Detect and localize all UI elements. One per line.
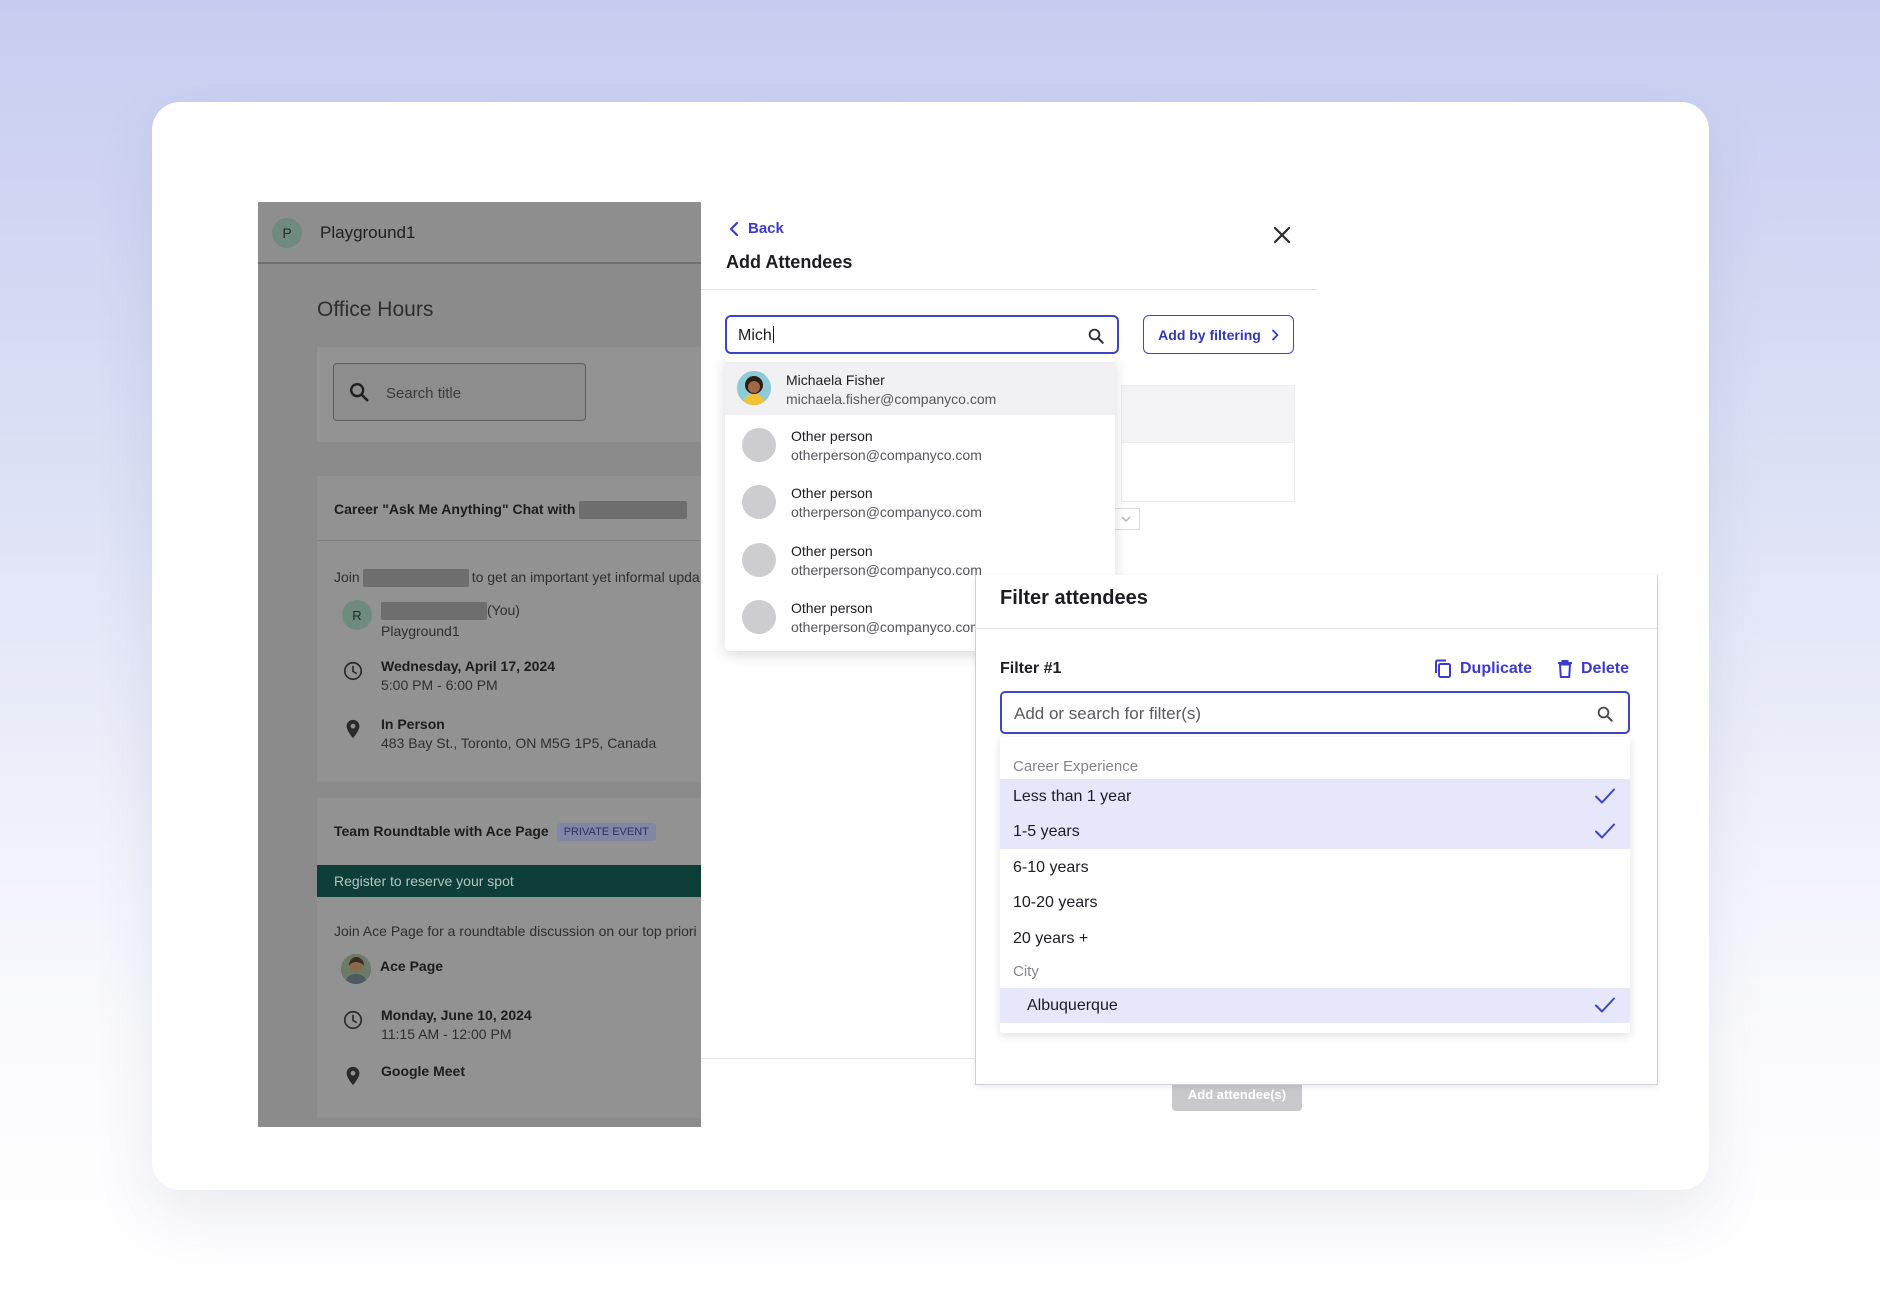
suggestion-email: otherperson@companyco.com — [791, 619, 982, 635]
avatar — [742, 485, 776, 519]
duplicate-button[interactable]: Duplicate — [1434, 659, 1532, 679]
redacted-name — [579, 501, 688, 520]
workspace-name[interactable]: Playground1 — [320, 223, 415, 243]
register-banner[interactable]: Register to reserve your spot — [317, 865, 701, 897]
chevron-left-icon — [728, 221, 740, 237]
search-placeholder: Search title — [386, 385, 462, 402]
event-description: Join to get an important yet informal upd… — [334, 569, 700, 588]
host-avatar: R — [342, 600, 372, 630]
filter-search-placeholder: Add or search for filter(s) — [1014, 704, 1202, 723]
option-label: 1-5 years — [1013, 823, 1080, 840]
suggestion-name: Other person — [791, 485, 873, 501]
checkmark-icon — [1594, 787, 1616, 805]
event-title[interactable]: Career "Ask Me Anything" Chat with — [334, 501, 688, 520]
checkmark-icon — [1594, 996, 1616, 1014]
filter-attendees-panel: Filter attendees Filter #1 Duplicate Del… — [975, 575, 1658, 1085]
avatar — [742, 600, 776, 634]
filter-option[interactable]: 1-5 years — [1000, 814, 1630, 849]
filter-option[interactable]: 20 years + — [1000, 921, 1630, 956]
attendee-search-input[interactable]: Mich — [725, 315, 1119, 354]
filter-option[interactable]: 10-20 years — [1000, 885, 1630, 920]
suggestion-item[interactable]: Other person otherperson@companyco.com — [725, 475, 1115, 528]
close-icon[interactable] — [1269, 222, 1295, 248]
event-card[interactable]: Team Roundtable with Ace Page PRIVATE EVE… — [317, 798, 701, 1118]
avatar — [742, 428, 776, 462]
filter-option[interactable]: 6-10 years — [1000, 850, 1630, 885]
option-label: 10-20 years — [1013, 894, 1098, 911]
filter-options-dropdown: Career Experience Less than 1 year 1-5 y… — [1000, 737, 1630, 1033]
location-type: Google Meet — [381, 1063, 466, 1079]
filter-option[interactable]: Less than 1 year — [1000, 779, 1630, 814]
location-pin-icon — [342, 718, 364, 740]
delete-label: Delete — [1581, 660, 1630, 677]
search-icon — [1596, 705, 1614, 723]
suggestion-email: otherperson@companyco.com — [791, 447, 982, 463]
chevron-right-icon — [1271, 329, 1279, 341]
suggestion-item[interactable]: Other person otherperson@companyco.com — [725, 418, 1115, 471]
duplicate-label: Duplicate — [1460, 660, 1533, 677]
suggestion-email: michaela.fisher@companyco.com — [786, 391, 997, 407]
event-date: Monday, June 10, 2024 — [381, 1007, 532, 1023]
location-type: In Person — [381, 716, 445, 732]
search-icon — [348, 381, 370, 403]
clock-icon — [342, 660, 364, 682]
option-group-label: Career Experience — [1013, 758, 1139, 775]
add-by-filtering-label: Add by filtering — [1158, 326, 1261, 343]
event-date: Wednesday, April 17, 2024 — [381, 658, 556, 674]
filter-option[interactable]: Albuquerque — [1000, 988, 1630, 1023]
option-label: 6-10 years — [1013, 859, 1089, 876]
suggestion-name: Other person — [791, 428, 873, 444]
divider — [701, 289, 1317, 290]
clock-icon — [342, 1009, 364, 1031]
attendee-table — [1121, 385, 1295, 502]
copy-icon — [1434, 659, 1452, 679]
event-title[interactable]: Team Roundtable with Ace Page PRIVATE EVE… — [334, 823, 656, 842]
filter-label: Filter #1 — [1000, 660, 1062, 677]
search-value: Mich — [738, 326, 774, 345]
location-pin-icon — [342, 1065, 364, 1087]
filter-panel-title: Filter attendees — [1000, 587, 1148, 609]
event-description: Join Ace Page for a roundtable discussio… — [334, 923, 697, 939]
option-label: Albuquerque — [1027, 997, 1118, 1014]
option-label: Less than 1 year — [1013, 788, 1132, 805]
panel-title: Add Attendees — [726, 252, 853, 272]
event-time: 11:15 AM - 12:00 PM — [381, 1026, 512, 1042]
checkmark-icon — [1594, 822, 1616, 840]
background-app: P Playground1 Office Hours Search title … — [258, 202, 701, 1127]
add-by-filtering-button[interactable]: Add by filtering — [1143, 315, 1294, 354]
filter-search-input[interactable]: Add or search for filter(s) — [1000, 691, 1630, 734]
back-label: Back — [748, 220, 784, 237]
suggestion-name: Michaela Fisher — [786, 372, 885, 388]
event-time: 5:00 PM - 6:00 PM — [381, 677, 498, 693]
option-label: 20 years + — [1013, 930, 1089, 947]
redacted-name — [362, 569, 469, 588]
host-name: Ace Page — [380, 958, 444, 974]
redacted-name — [381, 602, 487, 621]
avatar — [742, 543, 776, 577]
event-card[interactable]: Career "Ask Me Anything" Chat with Join t… — [317, 476, 701, 782]
suggestion-name: Other person — [791, 543, 873, 559]
trash-icon — [1557, 659, 1573, 679]
private-event-badge: PRIVATE EVENT — [556, 823, 656, 842]
page-size-select[interactable] — [1112, 508, 1140, 530]
option-group-label: City — [1013, 963, 1039, 980]
workspace-avatar[interactable]: P — [272, 218, 302, 248]
suggestion-email: otherperson@companyco.com — [791, 504, 982, 520]
host-workspace: Playground1 — [381, 623, 460, 640]
suggestion-email: otherperson@companyco.com — [791, 562, 982, 578]
delete-button[interactable]: Delete — [1557, 659, 1629, 679]
back-button[interactable]: Back — [728, 220, 784, 237]
app-header: P Playground1 — [258, 202, 701, 264]
avatar — [737, 371, 771, 405]
page-title: Office Hours — [317, 298, 434, 321]
search-icon — [1087, 327, 1105, 345]
location-address: 483 Bay St., Toronto, ON M5G 1P5, Canada — [381, 735, 657, 751]
suggestion-name: Other person — [791, 600, 873, 616]
divider — [317, 540, 701, 541]
divider — [976, 628, 1657, 629]
host-avatar — [341, 954, 371, 984]
title-search-input[interactable]: Search title — [333, 363, 586, 421]
suggestion-item[interactable]: Michaela Fisher michaela.fisher@companyc… — [725, 362, 1115, 415]
